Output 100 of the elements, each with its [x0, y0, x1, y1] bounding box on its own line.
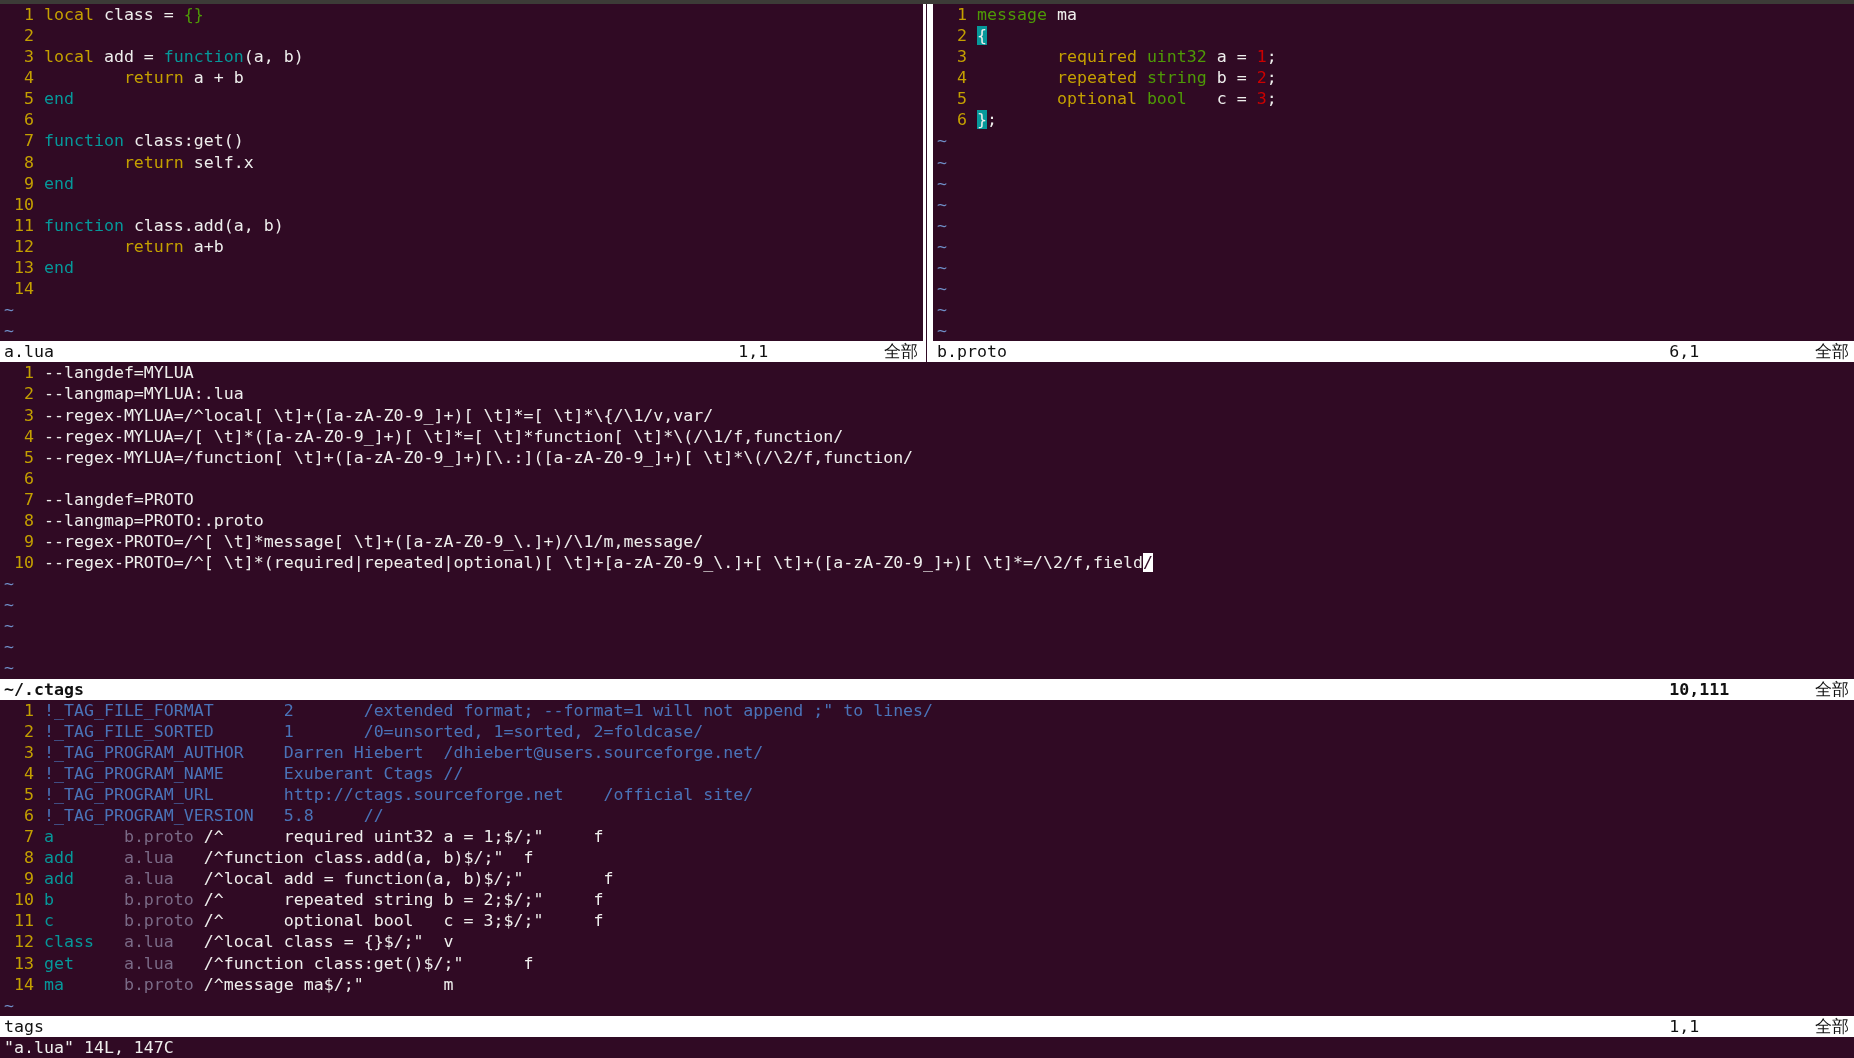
tilde-marker: ~: [937, 172, 948, 194]
line-number: 7: [22, 826, 34, 848]
scroll-indicator: 全部: [1815, 341, 1849, 363]
code-line: end: [43, 172, 74, 194]
tilde-marker: ~: [937, 320, 948, 342]
tilde-marker: ~: [937, 235, 948, 257]
tilde-marker: ~: [4, 994, 14, 1016]
tilde-marker: ~: [4, 320, 14, 342]
code-line: optional bool c = 3;: [1056, 88, 1277, 110]
line-number: 2: [22, 383, 34, 405]
code-line: function class.add(a, b): [43, 214, 284, 236]
tilde-marker: ~: [937, 130, 948, 152]
file-name: ~/.ctags: [4, 678, 84, 700]
code-line: function class:get(): [43, 130, 244, 152]
line-number: 12: [13, 931, 34, 953]
line-number: 9: [22, 172, 34, 194]
tilde-marker: ~: [937, 299, 948, 321]
line-number: 8: [22, 847, 34, 869]
line-number: 3: [22, 404, 34, 426]
line-number: 1: [956, 4, 968, 26]
line-number: 5: [22, 88, 34, 110]
cursor-position: 1,1: [738, 341, 769, 363]
code-line: class a.lua /^local class = {}$/;" v: [43, 931, 454, 953]
line-number: 5: [22, 783, 34, 805]
tilde-marker: ~: [4, 636, 14, 658]
line-number: 6: [956, 109, 968, 131]
line-number: 6: [22, 805, 34, 827]
tilde-marker: ~: [4, 657, 14, 679]
line-number: 3: [956, 46, 968, 68]
code-line: !_TAG_FILE_FORMAT 2 /extended format; --format=1 will not append ;" to lines/: [43, 699, 934, 721]
tilde-marker: ~: [937, 278, 948, 300]
line-number: 7: [22, 488, 34, 510]
line-number: 4: [956, 67, 968, 89]
code-line: !_TAG_PROGRAM_URL http://ctags.sourceforge.net /official site/: [43, 783, 754, 805]
code-line: --regex-PROTO=/^[ \t]*message[ \t]+([a-zA-Z0-9_\.]+)/\1/m,message/: [43, 530, 704, 553]
command-line-message: "a.lua" 14L, 147C: [3, 1036, 175, 1058]
code-line: end: [43, 256, 74, 278]
code-line: end: [43, 88, 74, 110]
tilde-marker: ~: [937, 193, 948, 215]
code-line: --regex-MYLUA=/^local[ \t]+([a-zA-Z0-9_]+)[ \t]*=[ \t]*\{/\1/v,var/: [43, 404, 714, 426]
line-number: 9: [22, 868, 34, 890]
code-line: message ma: [977, 4, 1077, 26]
line-number: 14: [13, 278, 34, 300]
line-number: 7: [22, 130, 34, 152]
code-line: --langdef=MYLUA: [43, 362, 194, 384]
line-number: 1: [22, 4, 34, 26]
line-number: 4: [22, 762, 34, 784]
line-number: 1: [22, 699, 34, 721]
code-line: required uint32 a = 1;: [1056, 46, 1277, 68]
line-number: 8: [22, 151, 34, 173]
code-line: add a.lua /^function class.add(a, b)$/;" f: [43, 847, 534, 869]
line-number: 6: [22, 109, 34, 131]
line-number: 10: [13, 552, 34, 574]
line-number: 13: [13, 952, 34, 974]
code-line: add a.lua /^local add = function(a, b)$/;" f: [43, 868, 614, 890]
code-line: repeated string b = 2;: [1056, 67, 1277, 89]
line-number: 11: [13, 910, 34, 932]
line-number: 8: [22, 509, 34, 531]
tilde-marker: ~: [937, 256, 948, 278]
cursor-position: 6,1: [1669, 341, 1700, 363]
line-number: 5: [956, 88, 968, 110]
code-line: --regex-MYLUA=/function[ \t]+([a-zA-Z0-9_]+)[\.:]([a-zA-Z0-9_]+)[ \t]*\(/\2/f,function/: [43, 446, 914, 468]
line-number: 10: [13, 193, 34, 215]
code-line: local add = function(a, b): [43, 46, 304, 68]
code-line: };: [977, 109, 998, 131]
code-line: return a + b: [123, 67, 244, 89]
line-number: 2: [22, 720, 34, 742]
code-line: a b.proto /^ required uint32 a = 1;$/;" f: [43, 826, 604, 848]
code-line: --langdef=PROTO: [43, 488, 194, 510]
cursor-position: 10,111: [1669, 678, 1730, 700]
scroll-indicator: 全部: [1815, 678, 1849, 700]
code-line: --langmap=PROTO:.proto: [43, 509, 264, 531]
file-name: tags: [4, 1015, 44, 1037]
tilde-marker: ~: [4, 299, 14, 321]
code-line: return a+b: [123, 235, 224, 257]
line-number: 13: [13, 256, 34, 278]
code-line: --langmap=MYLUA:.lua: [43, 383, 244, 405]
code-line: return self.x: [123, 151, 254, 173]
code-line: !_TAG_PROGRAM_AUTHOR Darren Hiebert /dhiebert@users.sourceforge.net/: [43, 741, 764, 763]
scroll-indicator: 全部: [1815, 1015, 1849, 1037]
line-number: 6: [22, 467, 34, 489]
file-name: a.lua: [4, 341, 54, 363]
code-line: ma b.proto /^message ma$/;" m: [43, 973, 454, 995]
code-line: --regex-PROTO=/^[ \t]*(required|repeated|optional)[ \t]+[a-zA-Z0-9_\.]+[ \t]+([a-zA-Z0-9_]+)[ \t]*=/\2/f,field/: [43, 552, 1153, 574]
tilde-marker: ~: [937, 214, 948, 236]
line-number: 14: [13, 973, 34, 995]
line-number: 1: [22, 362, 34, 384]
tilde-marker: ~: [4, 615, 14, 637]
line-number: 9: [22, 530, 34, 553]
tilde-marker: ~: [937, 151, 948, 173]
tilde-marker: ~: [4, 594, 14, 616]
code-line: !_TAG_PROGRAM_NAME Exuberant Ctags //: [43, 762, 464, 784]
code-line: c b.proto /^ optional bool c = 3;$/;" f: [43, 910, 604, 932]
line-number: 2: [22, 25, 34, 47]
line-number: 12: [13, 235, 34, 257]
code-line: !_TAG_FILE_SORTED 1 /0=unsorted, 1=sorted, 2=foldcase/: [43, 720, 704, 742]
code-line: local class = {}: [43, 4, 204, 26]
line-number: 4: [22, 425, 34, 447]
code-line: --regex-MYLUA=/[ \t]*([a-zA-Z0-9_]+)[ \t]*=[ \t]*function[ \t]*\(/\1/f,function/: [43, 425, 844, 447]
line-number: 10: [13, 889, 34, 911]
